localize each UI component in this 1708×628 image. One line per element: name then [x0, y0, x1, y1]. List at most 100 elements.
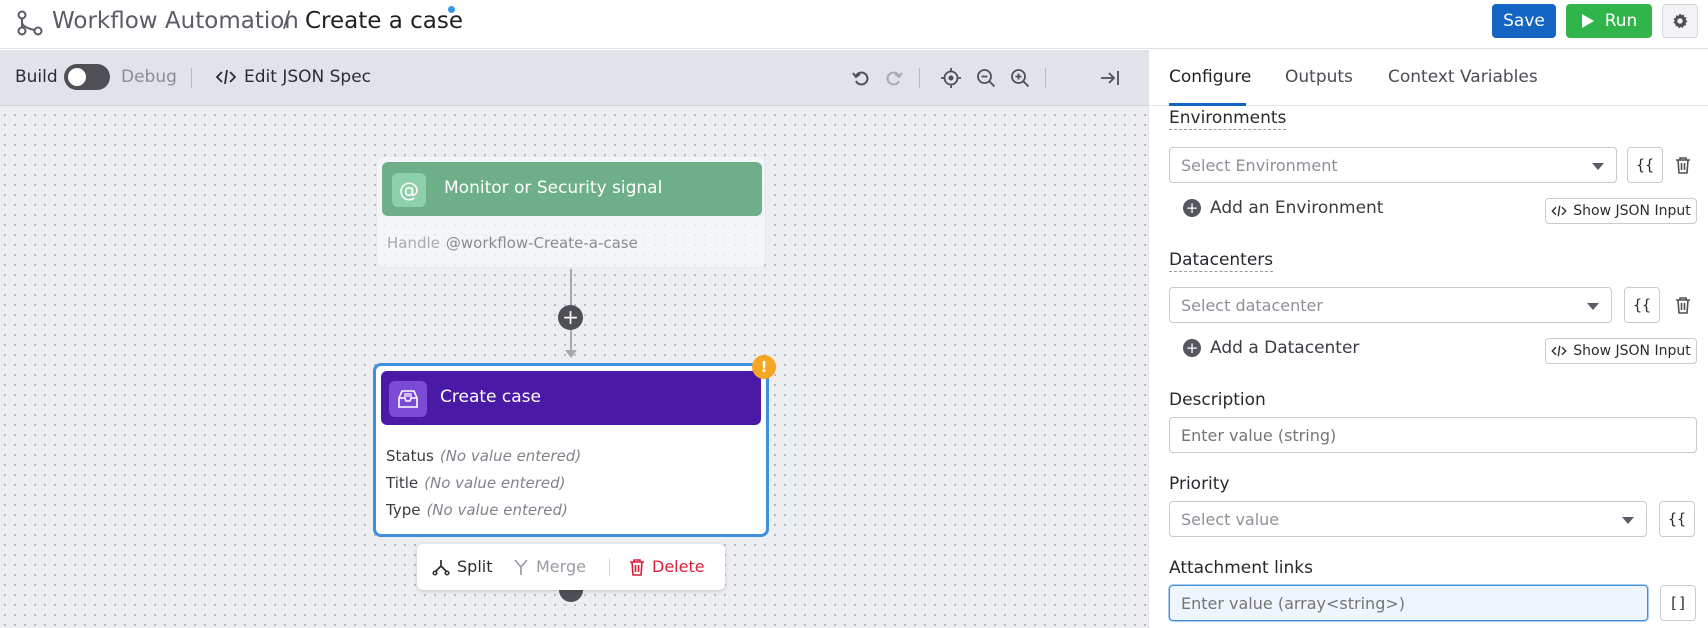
- undo-button[interactable]: [848, 65, 874, 91]
- play-icon: [1581, 14, 1594, 28]
- plus-circle-icon: +: [1183, 339, 1201, 357]
- code-icon: [216, 69, 236, 85]
- chevron-down-icon: [1587, 303, 1599, 310]
- redo-icon: [886, 71, 903, 86]
- environment-select-placeholder: Select Environment: [1181, 156, 1338, 175]
- priority-expression-button[interactable]: {{: [1659, 501, 1695, 537]
- edit-json-spec-label: Edit JSON Spec: [244, 67, 372, 87]
- tab-outputs[interactable]: Outputs: [1285, 67, 1353, 87]
- panel-tabs: Configure Outputs Context Variables: [1149, 50, 1708, 106]
- workflow-icon: [17, 10, 43, 36]
- split-label: Split: [457, 557, 493, 576]
- workflow-canvas[interactable]: [0, 50, 1148, 628]
- collapse-panel-button[interactable]: [1097, 65, 1123, 91]
- chevron-down-icon: [1592, 163, 1604, 170]
- redo-button[interactable]: [881, 65, 907, 91]
- description-label: Description: [1169, 390, 1266, 410]
- trash-icon: [630, 558, 644, 576]
- environments-label: Environments: [1169, 108, 1287, 130]
- merge-icon: [514, 558, 528, 575]
- zoom-in-button[interactable]: [1007, 65, 1033, 91]
- trigger-node-header: @ Monitor or Security signal: [382, 162, 762, 216]
- chevron-down-icon: [1622, 517, 1634, 524]
- datacenter-select[interactable]: Select datacenter: [1169, 287, 1612, 323]
- active-tab-indicator: [1169, 103, 1246, 106]
- trigger-node[interactable]: @ Monitor or Security signal Handle @work…: [376, 156, 766, 268]
- add-step-button[interactable]: +: [558, 305, 583, 330]
- show-json-label: Show JSON Input: [1573, 343, 1691, 359]
- environment-show-json-button[interactable]: Show JSON Input: [1545, 198, 1697, 224]
- trash-icon: [1676, 157, 1690, 174]
- add-datacenter-label: Add a Datacenter: [1210, 338, 1360, 358]
- node-field-label: Title: [386, 474, 419, 492]
- warning-icon[interactable]: !: [752, 355, 776, 379]
- tab-configure[interactable]: Configure: [1169, 67, 1251, 87]
- locate-icon: [941, 68, 961, 88]
- environment-delete-button[interactable]: [1673, 154, 1693, 176]
- code-icon: [1551, 345, 1567, 357]
- run-button[interactable]: Run: [1566, 4, 1652, 38]
- toolbar-divider: [1045, 68, 1046, 88]
- environment-select[interactable]: Select Environment: [1169, 147, 1617, 183]
- create-case-node-header: Create case: [381, 371, 761, 425]
- canvas-toolbar: Build Debug Edit JSON Spec: [0, 50, 1148, 106]
- build-mode-label: Build: [15, 67, 58, 87]
- add-datacenter-button[interactable]: + Add a Datacenter: [1183, 338, 1359, 358]
- merge-button[interactable]: Merge: [513, 557, 586, 576]
- node-field-title: Title (No value entered): [386, 474, 566, 492]
- node-field-value: (No value entered): [439, 447, 582, 465]
- at-sign-icon: @: [392, 173, 426, 207]
- plus-circle-icon: +: [1183, 199, 1201, 217]
- split-button[interactable]: Split: [432, 557, 492, 576]
- recenter-button[interactable]: [938, 65, 964, 91]
- attachment-links-input[interactable]: [1169, 585, 1648, 621]
- datacenter-select-placeholder: Select datacenter: [1181, 296, 1323, 315]
- toolbar-divider: [191, 68, 192, 88]
- trash-icon: [1676, 297, 1690, 314]
- build-debug-toggle[interactable]: [64, 64, 110, 90]
- edit-json-spec-button[interactable]: Edit JSON Spec: [216, 67, 371, 87]
- settings-button[interactable]: [1662, 4, 1698, 38]
- node-action-bar: Split Merge Delete: [417, 544, 725, 590]
- add-environment-label: Add an Environment: [1210, 198, 1384, 218]
- breadcrumb-separator: /: [283, 8, 291, 33]
- debug-mode-label: Debug: [121, 67, 177, 87]
- create-case-node-title: Create case: [440, 387, 541, 407]
- connector-arrow: [565, 350, 577, 358]
- environment-expression-button[interactable]: {{: [1627, 147, 1663, 183]
- top-bar: Workflow Automation / Create a case Save…: [0, 0, 1708, 49]
- node-field-label: Type: [386, 501, 421, 519]
- node-field-value: (No value entered): [426, 501, 568, 519]
- attachment-array-button[interactable]: []: [1660, 585, 1696, 621]
- tab-context-variables[interactable]: Context Variables: [1388, 67, 1538, 87]
- delete-label: Delete: [652, 557, 705, 576]
- delete-button[interactable]: Delete: [629, 557, 705, 576]
- collapse-panel-icon: [1101, 71, 1119, 85]
- zoom-out-button[interactable]: [973, 65, 999, 91]
- add-environment-button[interactable]: + Add an Environment: [1183, 198, 1383, 218]
- run-button-label: Run: [1604, 11, 1638, 31]
- datacenter-expression-button[interactable]: {{: [1624, 287, 1660, 323]
- save-button[interactable]: Save: [1492, 4, 1556, 38]
- priority-select-placeholder: Select value: [1181, 510, 1280, 529]
- breadcrumb-workflow-automation[interactable]: Workflow Automation: [52, 8, 299, 34]
- page-title[interactable]: Create a case: [305, 8, 463, 34]
- datacenter-show-json-button[interactable]: Show JSON Input: [1545, 338, 1697, 364]
- split-icon: [432, 559, 450, 576]
- trigger-handle: Handle @workflow-Create-a-case: [387, 234, 638, 252]
- undo-icon: [852, 71, 869, 86]
- trigger-node-title: Monitor or Security signal: [444, 178, 663, 198]
- trigger-handle-value: @workflow-Create-a-case: [445, 234, 638, 252]
- trigger-handle-label: Handle: [387, 234, 440, 252]
- node-field-status: Status (No value entered): [386, 447, 581, 465]
- create-case-node[interactable]: Create case Status (No value entered) Tit…: [373, 363, 769, 537]
- zoom-in-icon: [1011, 69, 1030, 88]
- datacenter-delete-button[interactable]: [1673, 294, 1693, 316]
- toolbar-divider: [919, 68, 920, 88]
- action-bar-divider: [609, 558, 610, 576]
- priority-select[interactable]: Select value: [1169, 501, 1647, 537]
- zoom-out-icon: [977, 69, 996, 88]
- unsaved-indicator: [448, 6, 455, 13]
- attachment-links-label: Attachment links: [1169, 558, 1313, 578]
- description-input[interactable]: [1169, 417, 1697, 453]
